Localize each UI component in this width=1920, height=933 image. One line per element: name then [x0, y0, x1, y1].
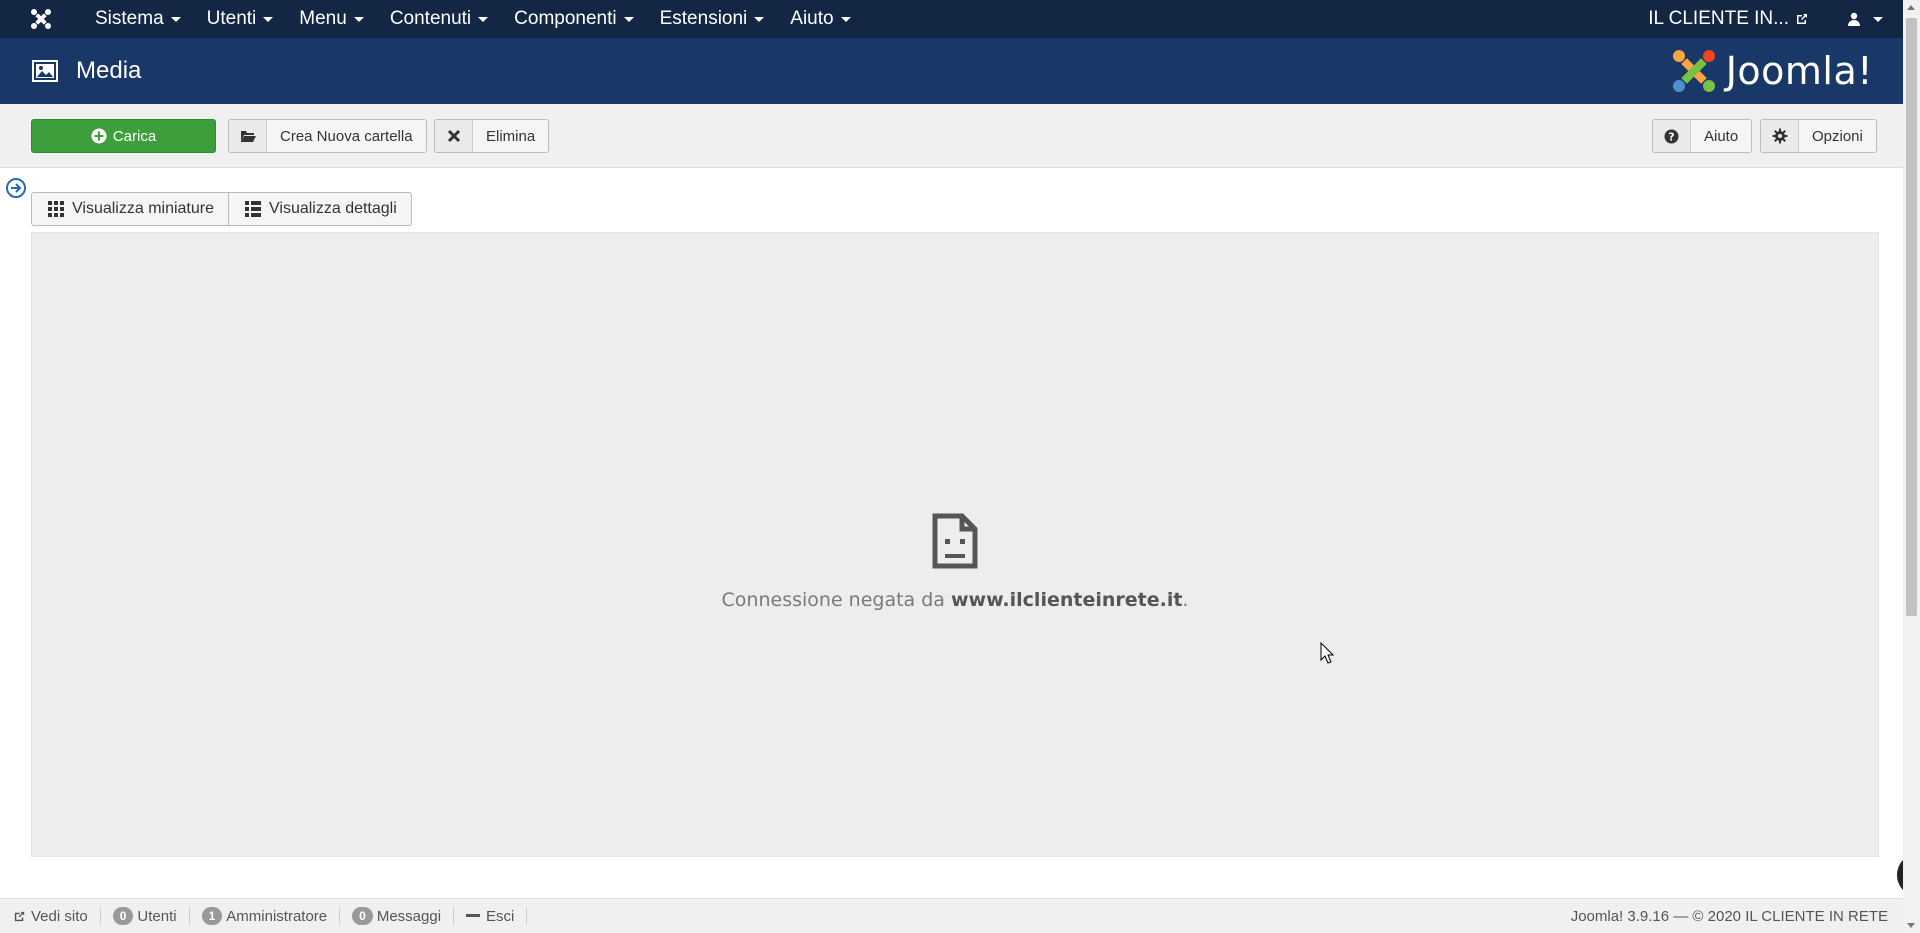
site-link[interactable]: IL CLIENTE IN...: [1634, 8, 1823, 30]
question-circle-icon: ?: [1653, 120, 1691, 152]
caret-down-icon: [353, 16, 364, 22]
delete-button[interactable]: Elimina: [434, 119, 550, 153]
plus-circle-icon: [91, 128, 107, 144]
caret-down-icon: [170, 16, 181, 22]
scroll-down-arrow-icon[interactable]: [1907, 923, 1915, 928]
menu-utenti[interactable]: Utenti: [194, 0, 287, 38]
upload-label: Carica: [112, 127, 157, 145]
top-navbar: Sistema Utenti Menu Contenuti Componenti…: [0, 0, 1903, 38]
error-suffix: .: [1182, 589, 1189, 611]
page-header: Media Joomla!: [0, 38, 1903, 104]
view-site-label: Vedi sito: [31, 907, 88, 925]
media-iframe: Connessione negata da www.ilclienteinret…: [31, 232, 1879, 857]
menu-label: Contenuti: [389, 8, 472, 29]
close-icon: [435, 120, 473, 152]
image-icon: [32, 60, 58, 82]
joomla-wordmark: Joomla!: [1726, 49, 1873, 93]
users-count-badge: 0: [112, 907, 134, 925]
sidebar-toggle-icon[interactable]: [5, 177, 27, 199]
thumbnails-view-button[interactable]: Visualizza miniature: [31, 192, 229, 226]
grid-icon: [48, 201, 64, 217]
menu-label: Componenti: [514, 8, 617, 29]
admins-online[interactable]: 1 Amministratore: [190, 907, 341, 925]
menu-contenuti[interactable]: Contenuti: [377, 0, 501, 38]
caret-down-icon: [754, 16, 765, 22]
list-icon: [245, 201, 261, 217]
upload-button[interactable]: Carica: [31, 119, 216, 153]
thumbnails-label: Visualizza miniature: [72, 200, 214, 217]
menu-sistema[interactable]: Sistema: [82, 0, 194, 38]
connection-error: Connessione negata da www.ilclienteinret…: [32, 513, 1878, 611]
new-folder-button[interactable]: Crea Nuova cartella: [228, 119, 427, 153]
toolbar: Carica Crea Nuova cartella Elimina ? Aiu…: [0, 104, 1903, 168]
users-online[interactable]: 0 Utenti: [101, 907, 190, 925]
external-link-icon: [14, 911, 25, 921]
caret-down-icon: [1873, 16, 1883, 22]
status-bar: Vedi sito 0 Utenti 1 Amministratore 0 Me…: [0, 898, 1903, 933]
messages-count-badge: 0: [352, 907, 373, 925]
svg-text:?: ?: [1668, 130, 1674, 143]
menu-label: Menu: [299, 8, 347, 29]
options-button[interactable]: Opzioni: [1760, 119, 1877, 153]
copyright: Joomla! 3.9.16 — © 2020 IL CLIENTE IN RE…: [1570, 907, 1888, 925]
scroll-up-arrow-icon[interactable]: [1907, 5, 1915, 10]
external-link-icon: [1797, 14, 1807, 24]
site-name: IL CLIENTE IN...: [1648, 8, 1789, 29]
logout-link[interactable]: Esci: [454, 907, 528, 925]
user-icon: [1848, 12, 1860, 26]
error-prefix: Connessione negata da: [721, 589, 951, 611]
details-label: Visualizza dettagli: [269, 200, 397, 217]
error-domain: www.ilclienteinrete.it: [950, 589, 1183, 611]
caret-down-icon: [623, 16, 634, 22]
brand-text: Joomla!: [1725, 49, 1873, 93]
caret-down-icon: [840, 16, 851, 22]
menu-aiuto[interactable]: Aiuto: [777, 0, 863, 38]
joomla-home-icon[interactable]: [0, 0, 82, 38]
caret-down-icon: [263, 16, 274, 22]
error-message: Connessione negata da www.ilclienteinret…: [32, 589, 1878, 611]
caret-down-icon: [478, 16, 489, 22]
help-label: Aiuto: [1704, 127, 1739, 145]
menu-estensioni[interactable]: Estensioni: [647, 0, 778, 38]
help-button[interactable]: ? Aiuto: [1652, 119, 1753, 153]
messages-label: Messaggi: [376, 907, 442, 925]
folder-open-icon: [229, 120, 267, 152]
gear-icon: [1761, 120, 1799, 152]
page-title: Media: [76, 57, 142, 84]
logout-label: Esci: [486, 907, 515, 925]
view-site-link[interactable]: Vedi sito: [0, 907, 101, 925]
menu-componenti[interactable]: Componenti: [501, 0, 646, 38]
menu-menu[interactable]: Menu: [286, 0, 377, 38]
sad-document-icon: [932, 513, 978, 569]
admin-label: Amministratore: [226, 907, 328, 925]
new-folder-label: Crea Nuova cartella: [280, 127, 413, 145]
main-menu: Sistema Utenti Menu Contenuti Componenti…: [82, 0, 864, 38]
scroll-thumb[interactable]: [1906, 18, 1917, 616]
menu-label: Utenti: [206, 8, 257, 29]
delete-label: Elimina: [486, 127, 536, 145]
menu-label: Aiuto: [790, 8, 834, 29]
page-scrollbar[interactable]: [1903, 0, 1920, 933]
view-toggle-group: Visualizza miniature Visualizza dettagli: [31, 192, 412, 226]
joomla-logo: Joomla!: [1670, 47, 1873, 95]
minus-icon: [466, 914, 481, 917]
joomla-logo-icon: [1672, 50, 1715, 92]
user-menu[interactable]: [1823, 12, 1903, 26]
admin-count-badge: 1: [201, 907, 223, 925]
mouse-cursor-icon: [1320, 642, 1334, 664]
menu-label: Estensioni: [659, 8, 748, 29]
navbar-right: IL CLIENTE IN...: [1634, 0, 1903, 38]
options-label: Opzioni: [1812, 127, 1863, 145]
menu-label: Sistema: [95, 8, 164, 29]
details-view-button[interactable]: Visualizza dettagli: [229, 192, 412, 226]
users-label: Utenti: [137, 907, 177, 925]
messages-link[interactable]: 0 Messaggi: [340, 907, 455, 925]
